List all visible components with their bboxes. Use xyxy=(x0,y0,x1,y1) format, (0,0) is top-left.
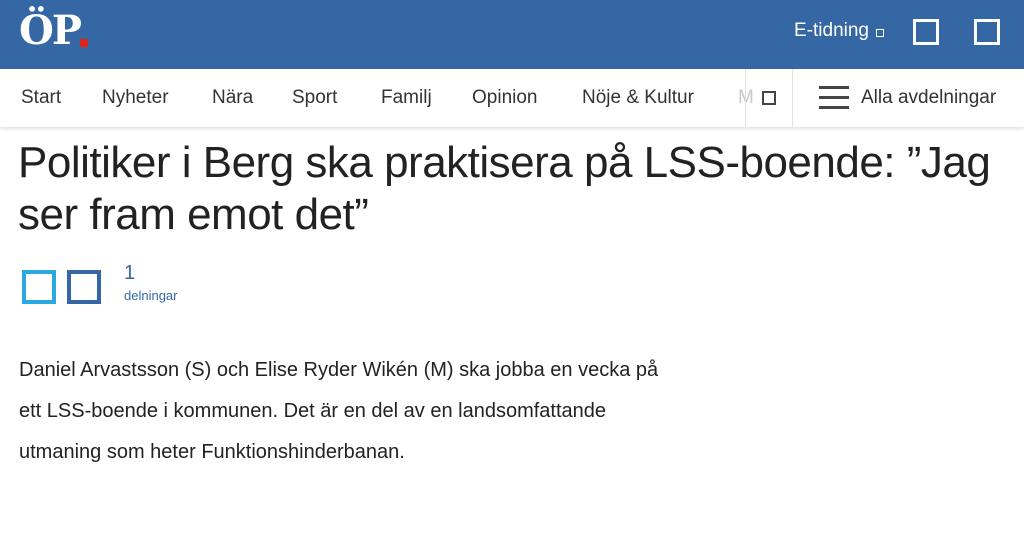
nav-scroll-icon[interactable] xyxy=(762,91,776,105)
article-ingress: Daniel Arvastsson (S) och Elise Ryder Wi… xyxy=(19,359,659,463)
nav-item-nyheter[interactable]: Nyheter xyxy=(102,87,169,109)
section-nav: Start Nyheter Nära Sport Familj Opinion … xyxy=(0,69,1024,127)
share-count: 1 xyxy=(124,262,136,284)
external-link-icon xyxy=(876,29,884,37)
nav-divider xyxy=(745,69,746,127)
site-logo[interactable]: ÖP xyxy=(19,11,82,51)
article-headline: Politiker i Berg ska praktisera på LSS-b… xyxy=(18,138,991,239)
nav-item-sport[interactable]: Sport xyxy=(292,87,337,109)
user-icon[interactable] xyxy=(913,19,939,45)
nav-item-nara[interactable]: Nära xyxy=(212,87,253,109)
search-icon[interactable] xyxy=(974,19,1000,45)
nav-item-start[interactable]: Start xyxy=(21,87,61,109)
logo-dot xyxy=(80,39,88,47)
facebook-share-icon[interactable] xyxy=(22,270,56,304)
nav-item-familj[interactable]: Familj xyxy=(381,87,432,109)
all-sections-link[interactable]: Alla avdelningar xyxy=(861,87,996,109)
etidning-link[interactable]: E-tidning xyxy=(794,20,884,42)
nav-item-noje-kultur[interactable]: Nöje & Kultur xyxy=(582,87,694,109)
twitter-share-icon[interactable] xyxy=(67,270,101,304)
hamburger-icon[interactable] xyxy=(819,86,849,110)
nav-item-opinion[interactable]: Opinion xyxy=(472,87,538,109)
site-header: ÖP E-tidning xyxy=(0,0,1024,69)
share-label: delningar xyxy=(124,288,178,303)
etidning-label: E-tidning xyxy=(794,20,869,41)
nav-divider xyxy=(792,69,793,127)
